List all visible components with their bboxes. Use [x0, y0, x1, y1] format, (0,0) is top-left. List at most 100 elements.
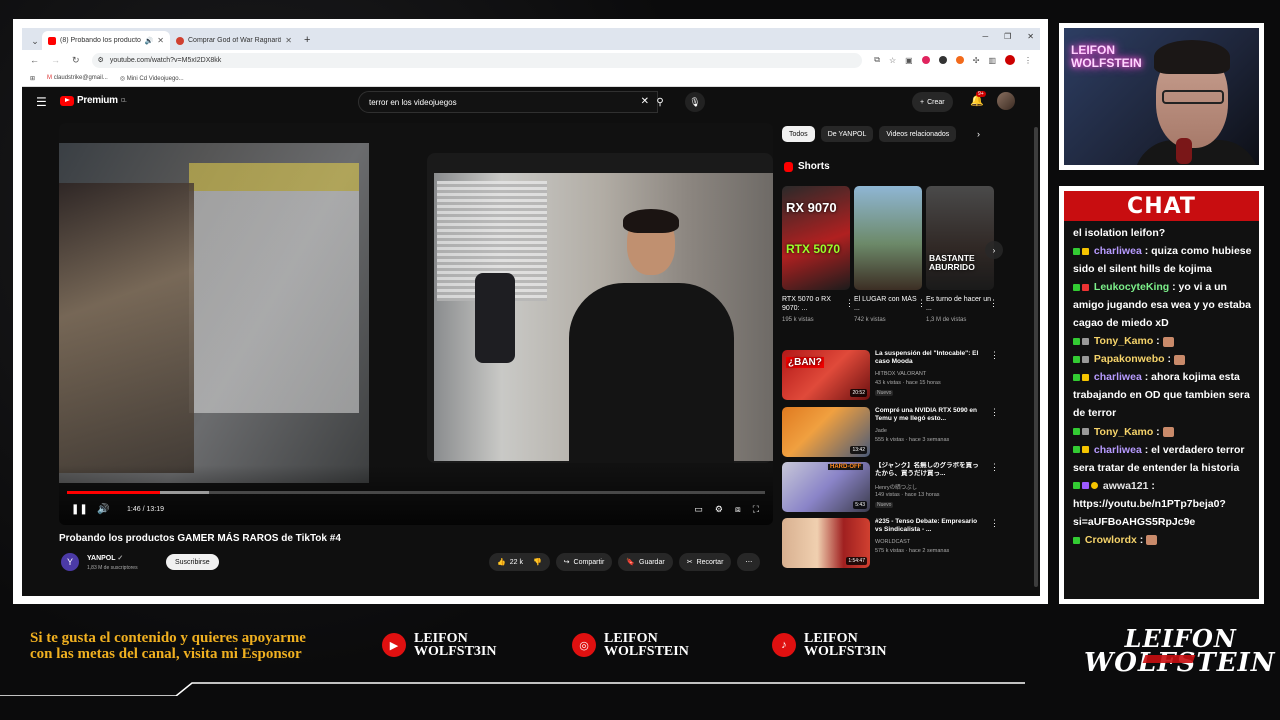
bookmark-star-icon[interactable]: ☆ [889, 56, 896, 65]
url-bar[interactable]: ⚙ youtube.com/watch?v=M5xI2DX8kk [91, 52, 863, 68]
chip-de-yanpol[interactable]: De YANPOL [820, 126, 874, 142]
message-text[interactable]: https://youtu.be/n1PTp7beja0?si=aUFBoAHG… [1073, 498, 1226, 528]
tab-title: Comprar God of War Ragnarök [188, 37, 282, 44]
recommended-video[interactable]: 1:54:47 #235 - Tenso Debate: Empresario … [782, 518, 1022, 570]
hamburger-menu-icon[interactable]: ☰ [36, 95, 47, 109]
clip-button[interactable]: ✂ Recortar [678, 553, 732, 571]
avatar[interactable] [997, 92, 1015, 110]
minimize-icon[interactable]: ─ [982, 32, 988, 41]
settings-gear-icon[interactable]: ⚙ [715, 504, 723, 515]
menu-icon[interactable]: ⋮ [1024, 56, 1032, 65]
puzzle-icon[interactable]: ✣ [973, 56, 980, 65]
search-icon[interactable]: ⚲ [650, 91, 670, 113]
chip-related[interactable]: Videos relacionados [879, 126, 957, 142]
chat-username[interactable]: LeukocyteKing [1094, 281, 1169, 293]
webcam-frame: LEIFON WOLFSTEIN [1059, 23, 1264, 170]
more-options-icon[interactable]: ⋮ [990, 407, 999, 418]
fullscreen-icon[interactable]: ⛶ [753, 504, 759, 515]
scrollbar[interactable] [1034, 127, 1038, 587]
back-icon[interactable]: ← [30, 55, 39, 65]
recommended-video[interactable]: HARD-OFF 5:43 【ジャンク】名無しのグラボを買ったから、買うだけ買っ… [782, 462, 1022, 514]
recommended-video[interactable]: 13:42 Compré una NVIDIA RTX 5090 en Temu… [782, 407, 1022, 459]
more-options-icon[interactable]: ⋮ [990, 518, 999, 529]
video-channel: HITBOX VALORANT [875, 371, 927, 377]
chat-message: LeukocyteKing : yo vi a un amigo jugando… [1073, 281, 1251, 330]
recommended-video[interactable]: ¿BAN? 20:52 La suspensión del "Intocable… [782, 350, 1022, 402]
video-views: 555 k vistas · hace 3 semanas [875, 437, 950, 443]
chat-username[interactable]: Tony_Kamo [1094, 335, 1153, 347]
tab-search-icon[interactable]: ⌄ [28, 32, 42, 50]
chat-username[interactable]: awwa121 [1103, 480, 1149, 492]
extension-icon[interactable]: ▣ [905, 56, 913, 65]
pause-icon[interactable]: ❚❚ [71, 504, 88, 515]
profile-icon[interactable] [1005, 55, 1015, 65]
new-tab-button[interactable]: + [298, 31, 316, 50]
streamer-hair [1154, 40, 1230, 74]
chip-todos[interactable]: Todos [782, 126, 815, 142]
short-item[interactable]: BASTANTE ABURRIDO Es turno de hacer un .… [926, 186, 998, 323]
sub-badge-icon [1082, 356, 1089, 364]
mic-icon[interactable]: 🎙 [685, 92, 705, 112]
chat-username[interactable]: Papakonwebo [1094, 353, 1165, 365]
like-button[interactable]: 👍 22 k 👎 [489, 553, 550, 571]
save-button[interactable]: 🔖 Guardar [618, 553, 673, 571]
create-button[interactable]: + Crear [912, 92, 953, 112]
verified-icon: ✓ [117, 555, 124, 562]
more-options-icon[interactable]: ⋮ [845, 298, 854, 309]
store-favicon-icon [176, 36, 184, 45]
short-item[interactable]: El LUGAR con MÁS ... 742 k vistas ⋮ [854, 186, 926, 323]
reload-icon[interactable]: ↻ [72, 55, 80, 66]
subscribe-button[interactable]: Suscribirse [166, 554, 219, 570]
video-player[interactable]: ❚❚ 🔊 1:46 / 13:19 ▭ ⚙ ⧈ ⛶ [59, 123, 773, 525]
extension-red-icon[interactable] [921, 56, 930, 64]
sub-badge-icon [1082, 446, 1089, 454]
chat-username[interactable]: charliwea [1094, 245, 1142, 257]
chat-message: Tony_Kamo : [1073, 332, 1255, 350]
install-icon[interactable]: ⧉ [874, 55, 880, 65]
notifications-bell-icon[interactable]: 🔔 9+ [970, 91, 986, 107]
clear-search-icon[interactable]: ✕ [641, 96, 649, 107]
volume-icon[interactable]: 🔊 [97, 504, 109, 515]
more-options-icon[interactable]: ⋮ [989, 298, 998, 309]
bookmark-gmail[interactable]: M claudstrike@gmail... [47, 75, 108, 81]
tab-youtube[interactable]: (8) Probando los productos 🔊 ✕ [42, 31, 170, 50]
apps-icon[interactable]: ⊞ [30, 75, 35, 82]
bookmark-store[interactable]: ◎ Mini Cd Videojuego... [120, 75, 184, 82]
emote-icon [1173, 354, 1185, 365]
chat-username[interactable]: charliwea [1094, 444, 1142, 456]
shorts-next-icon[interactable]: › [985, 241, 1003, 259]
subtitles-icon[interactable]: ▭ [694, 504, 703, 515]
more-options-icon[interactable]: ⋮ [917, 298, 926, 309]
more-options-icon[interactable]: ⋮ [990, 462, 999, 473]
tab-close-icon[interactable]: ✕ [157, 36, 164, 45]
extension-dark-icon[interactable] [938, 56, 947, 64]
chat-username[interactable]: Crowlordx [1085, 534, 1137, 546]
more-actions-button[interactable]: ⋯ [737, 553, 761, 571]
bookmark-label: claudstrike@gmail... [53, 75, 108, 81]
chat-username[interactable]: charliwea [1094, 371, 1142, 383]
more-options-icon[interactable]: ⋮ [990, 350, 999, 361]
close-window-icon[interactable]: ✕ [1027, 32, 1034, 41]
search-input[interactable]: terror en los videojuegos ✕ [358, 91, 658, 113]
thumb-text: HARD-OFF [828, 464, 864, 470]
forward-icon[interactable]: → [51, 55, 60, 65]
tab-store[interactable]: Comprar God of War Ragnarök ✕ [170, 31, 298, 50]
chat-username[interactable]: Tony_Kamo [1094, 426, 1153, 438]
site-info-icon[interactable]: ⚙ [98, 56, 104, 64]
short-item[interactable]: RX 9070 RTX 5070 RTX 5070 o RX 9070: ...… [782, 186, 854, 323]
thumbs-down-icon[interactable]: 👎 [533, 558, 542, 566]
sidebar-icon[interactable]: ▥ [988, 56, 996, 65]
miniplayer-icon[interactable]: ⧈ [735, 504, 741, 515]
audio-icon[interactable]: 🔊 [145, 37, 154, 45]
channel-avatar[interactable]: Y [61, 553, 79, 571]
channel-name[interactable]: YANPOL ✓ [87, 554, 123, 562]
maximize-icon[interactable]: ❐ [1004, 32, 1011, 41]
progress-bar[interactable] [67, 491, 765, 494]
share-button[interactable]: ↪ Compartir [555, 553, 613, 571]
extension-orange-icon[interactable] [955, 56, 964, 64]
youtube-logo[interactable]: Premium CL [60, 95, 127, 106]
chevron-right-icon[interactable]: › [977, 129, 980, 139]
chat-message: awwa121 : https://youtu.be/n1PTp7beja0?s… [1073, 479, 1226, 528]
social-line-2: WOLFST3IN [414, 644, 497, 660]
tab-close-icon[interactable]: ✕ [285, 36, 292, 45]
